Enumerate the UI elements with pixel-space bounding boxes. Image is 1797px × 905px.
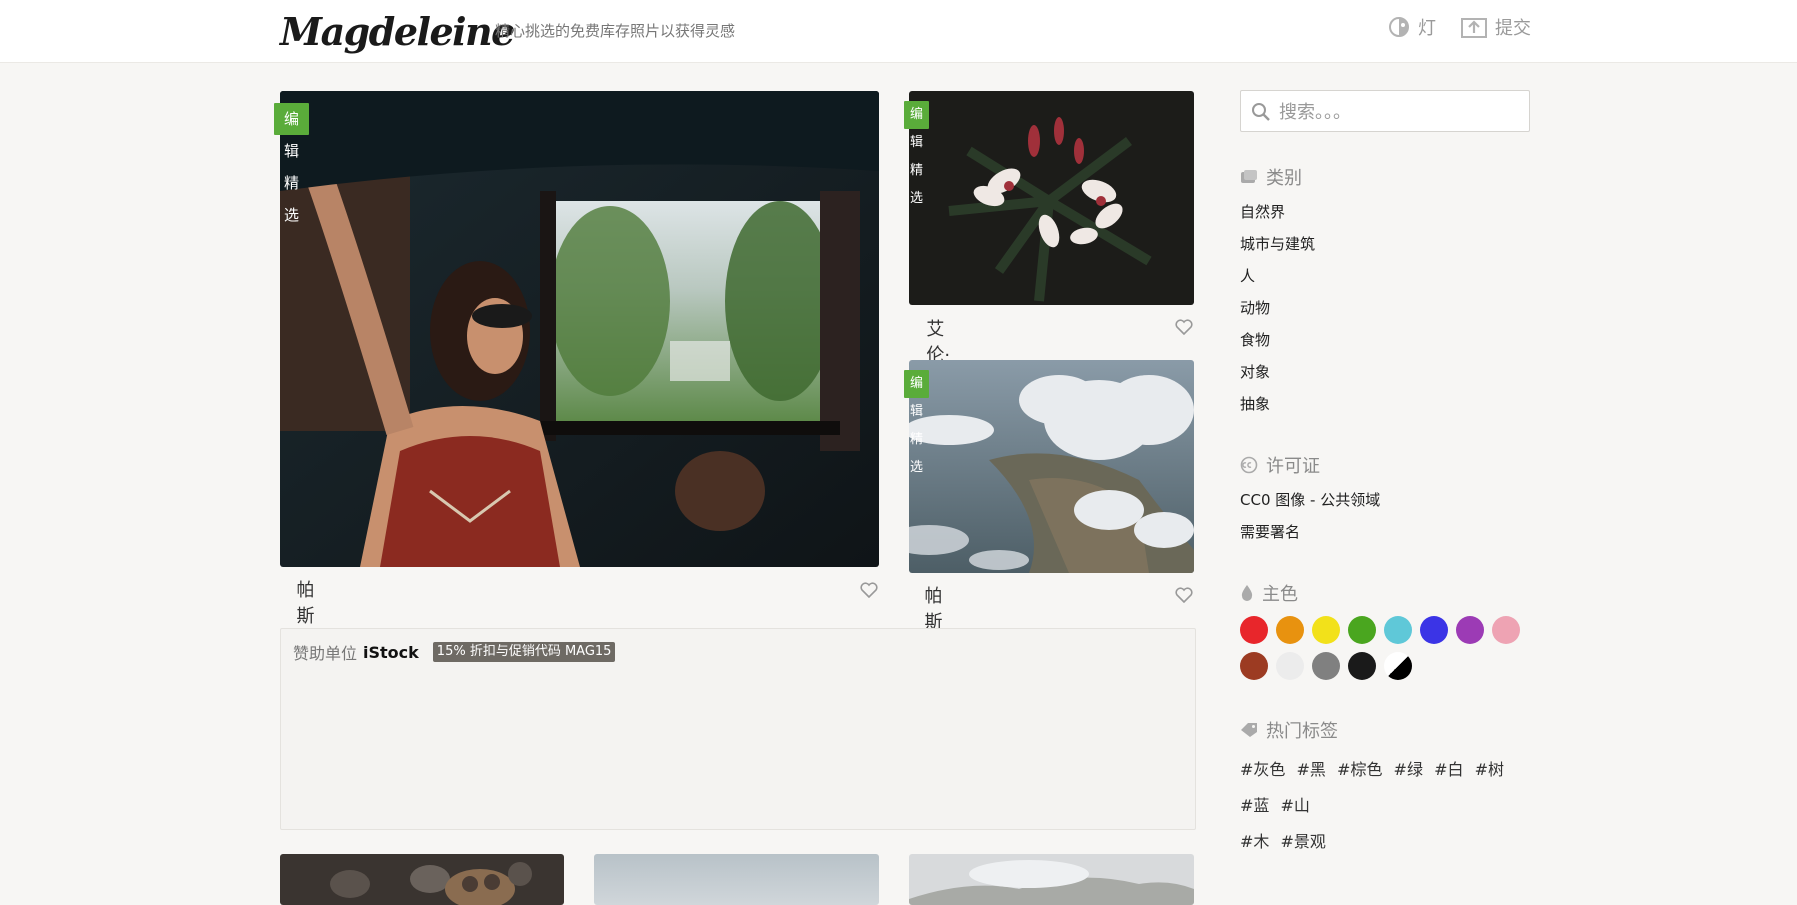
sponsor-label: 赞助单位 <box>293 644 358 663</box>
search-box[interactable] <box>1240 90 1530 132</box>
color-swatch-gray[interactable] <box>1312 652 1340 680</box>
tag-link[interactable]: #景观 <box>1281 824 1326 860</box>
tags-heading: 热门标签 <box>1240 717 1338 743</box>
search-input[interactable] <box>1279 97 1519 127</box>
submit-button[interactable]: 提交 <box>1461 14 1531 40</box>
heart-icon[interactable] <box>1175 319 1193 335</box>
photo-aerial-coast[interactable] <box>909 360 1194 573</box>
photo-image <box>909 854 1194 905</box>
theme-toggle-button[interactable]: 灯 <box>1388 14 1436 40</box>
category-link[interactable]: 对象 <box>1240 356 1315 388</box>
photo-image <box>280 854 564 905</box>
tag-link[interactable]: #白 <box>1434 752 1463 788</box>
heart-icon[interactable] <box>860 582 878 598</box>
color-swatch-blue[interactable] <box>1420 616 1448 644</box>
photo-flowers[interactable] <box>909 91 1194 305</box>
color-swatch-cyan[interactable] <box>1384 616 1412 644</box>
drop-icon <box>1241 585 1253 601</box>
color-swatch-pink[interactable] <box>1492 616 1520 644</box>
license-link[interactable]: CC0 图像 - 公共领域 <box>1240 484 1380 516</box>
photo-image <box>909 360 1194 573</box>
color-swatch-yellow[interactable] <box>1312 616 1340 644</box>
category-link[interactable]: 城市与建筑 <box>1240 228 1315 260</box>
popular-tags: #灰色 #黑 #棕色 #绿 #白 #树 #蓝 #山 #木 #景观 <box>1240 752 1530 860</box>
upload-icon <box>1461 18 1487 38</box>
creative-commons-icon <box>1240 456 1258 474</box>
photo-thumbnail[interactable] <box>280 854 564 905</box>
stack-icon <box>1241 170 1257 183</box>
colors-title: 主色 <box>1262 584 1298 605</box>
tag-link[interactable]: #灰色 <box>1240 752 1285 788</box>
color-swatch-purple[interactable] <box>1456 616 1484 644</box>
photo-woman-in-car[interactable] <box>280 91 879 567</box>
photo-thumbnail[interactable] <box>909 854 1194 905</box>
license-link[interactable]: 需要署名 <box>1240 516 1380 548</box>
photo-image <box>594 854 879 905</box>
photo-image <box>909 91 1194 305</box>
tags-title: 热门标签 <box>1266 721 1338 742</box>
category-link[interactable]: 自然界 <box>1240 196 1315 228</box>
sponsor-line: 赞助单位 iStock 15% 折扣与促销代码 MAG15 <box>293 640 616 664</box>
tag-icon <box>1241 723 1257 737</box>
sponsor-box[interactable]: 赞助单位 iStock 15% 折扣与促销代码 MAG15 <box>280 628 1196 830</box>
editors-pick-badge: 编辑精选 <box>904 101 930 206</box>
tag-link[interactable]: #蓝 <box>1240 788 1269 824</box>
half-circle-icon <box>1389 17 1409 37</box>
categories-title: 类别 <box>1266 168 1302 189</box>
tag-link[interactable]: #黑 <box>1297 752 1326 788</box>
category-link[interactable]: 抽象 <box>1240 388 1315 420</box>
heart-icon[interactable] <box>1175 587 1193 603</box>
sponsor-brand[interactable]: iStock <box>363 643 419 662</box>
category-link[interactable]: 食物 <box>1240 324 1315 356</box>
color-swatch-black-white[interactable] <box>1384 652 1412 680</box>
promo-code-badge: 15% 折扣与促销代码 MAG15 <box>432 642 616 662</box>
tag-link[interactable]: #树 <box>1475 752 1504 788</box>
categories-heading: 类别 <box>1240 164 1302 190</box>
site-tagline: 精心挑选的免费库存照片以获得灵感 <box>495 22 736 40</box>
colors-heading: 主色 <box>1240 580 1298 606</box>
search-icon <box>1252 103 1270 121</box>
theme-toggle-label: 灯 <box>1418 18 1436 39</box>
tag-link[interactable]: #绿 <box>1394 752 1423 788</box>
category-link[interactable]: 动物 <box>1240 292 1315 324</box>
color-swatch-red[interactable] <box>1240 616 1268 644</box>
color-swatch-green[interactable] <box>1348 616 1376 644</box>
category-link[interactable]: 人 <box>1240 260 1315 292</box>
tag-link[interactable]: #木 <box>1240 824 1269 860</box>
site-logo[interactable]: Magdeleine <box>280 8 515 56</box>
editors-pick-badge: 编辑精选 <box>274 103 310 224</box>
categories-list: 自然界 城市与建筑 人 动物 食物 对象 抽象 <box>1240 196 1315 420</box>
color-swatch-black[interactable] <box>1348 652 1376 680</box>
tag-link[interactable]: #棕色 <box>1337 752 1382 788</box>
tag-link[interactable]: #山 <box>1281 788 1310 824</box>
editors-pick-badge: 编辑精选 <box>904 370 930 475</box>
license-list: CC0 图像 - 公共领域 需要署名 <box>1240 484 1380 548</box>
site-header: Magdeleine 精心挑选的免费库存照片以获得灵感 灯 提交 <box>0 0 1797 63</box>
license-title: 许可证 <box>1266 456 1320 477</box>
photo-image <box>280 91 879 567</box>
color-swatch-orange[interactable] <box>1276 616 1304 644</box>
photo-thumbnail[interactable] <box>594 854 879 905</box>
submit-label: 提交 <box>1495 18 1531 39</box>
license-heading: 许可证 <box>1240 452 1320 478</box>
color-swatch-brown[interactable] <box>1240 652 1268 680</box>
color-swatch-white[interactable] <box>1276 652 1304 680</box>
